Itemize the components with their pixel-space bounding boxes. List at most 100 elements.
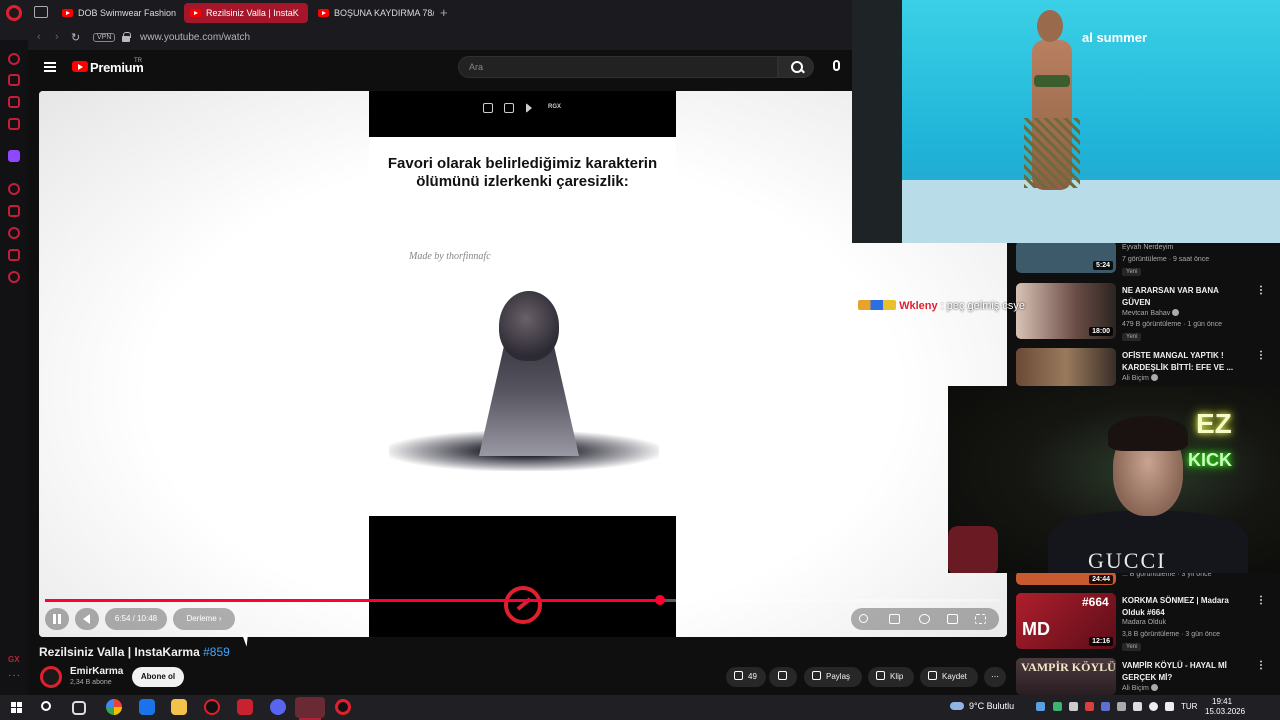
video-thumbnail[interactable]: 24:44 <box>1016 571 1116 585</box>
aria-icon[interactable] <box>8 53 20 65</box>
share-button[interactable]: Paylaş <box>804 667 862 687</box>
video-thumbnail[interactable] <box>1016 348 1116 386</box>
discord-icon[interactable] <box>270 699 286 715</box>
search-icon[interactable] <box>778 56 814 78</box>
chapter-button[interactable]: Derleme › <box>173 608 235 630</box>
language-indicator[interactable]: TUR <box>1181 702 1197 711</box>
mail-icon[interactable] <box>8 118 20 130</box>
tray-app-icon[interactable] <box>1069 702 1078 711</box>
video-hashtag[interactable]: #859 <box>203 645 230 659</box>
autoplay-icon[interactable] <box>859 614 868 623</box>
bookmarks-icon[interactable] <box>8 205 20 217</box>
back-arrow-icon[interactable]: ‹ <box>37 31 41 43</box>
menu-hamburger-icon[interactable] <box>44 62 56 72</box>
rec-title[interactable]: KORKMA SÖNMEZ | Madara Olduk #664 <box>1122 595 1242 618</box>
clock-time[interactable]: 19:41 <box>1212 697 1232 706</box>
taskbar-search-icon[interactable] <box>41 701 51 711</box>
chat-badges-icon <box>858 300 896 310</box>
more-vert-icon[interactable]: ⋮ <box>1256 660 1266 671</box>
like-button[interactable]: 49 <box>726 667 766 687</box>
rec-channel[interactable]: Eyvah Nerdeyim <box>1122 244 1173 251</box>
tab-fashion[interactable]: DOB Swimwear Fashion Sh <box>56 3 178 23</box>
more-vert-icon[interactable]: ⋮ <box>1256 595 1266 606</box>
video-thumbnail[interactable]: #664 MD 12:16 <box>1016 593 1116 649</box>
more-vert-icon[interactable]: ⋮ <box>1256 350 1266 361</box>
exit-icon[interactable] <box>504 103 514 113</box>
tray-app-icon[interactable] <box>1053 702 1062 711</box>
tray-app-icon[interactable] <box>1036 702 1045 711</box>
messenger-icon[interactable] <box>8 74 20 86</box>
file-explorer-icon[interactable] <box>171 699 187 715</box>
twitch-icon[interactable] <box>8 150 20 162</box>
forward-arrow-icon[interactable]: › <box>55 31 59 43</box>
extensions-icon[interactable] <box>8 249 20 261</box>
opera-active-icon[interactable] <box>295 697 325 718</box>
tray-app-icon[interactable] <box>1085 702 1094 711</box>
tray-app-icon[interactable] <box>1101 702 1110 711</box>
tray-app-icon[interactable] <box>1117 702 1126 711</box>
subscribe-button[interactable]: Abone ol <box>132 667 184 687</box>
rec-channel[interactable]: Mevtcan Bahav <box>1122 309 1180 317</box>
opera-logo-icon[interactable] <box>6 5 22 21</box>
mail-app-icon[interactable] <box>139 699 155 715</box>
search-input[interactable]: Ara <box>458 56 778 78</box>
rec-title[interactable]: VAMPİR KÖYLÜ - HAYAL Mİ GERÇEK Mİ? <box>1122 660 1242 683</box>
speaker-icon[interactable] <box>1165 702 1174 711</box>
chrome-icon[interactable] <box>106 699 122 715</box>
channel-name[interactable]: EmirKarma <box>70 666 123 677</box>
reload-icon[interactable]: ↻ <box>71 31 80 44</box>
pip-icon[interactable] <box>483 103 493 113</box>
more-actions-button[interactable]: ⋯ <box>984 667 1006 687</box>
video-thumbnail[interactable]: 18:00 <box>1016 283 1116 339</box>
video-thumbnail[interactable]: 5:24 <box>1016 241 1116 273</box>
microphone-icon[interactable] <box>833 60 840 71</box>
pause-button[interactable] <box>45 608 69 630</box>
gx-icon[interactable]: GX <box>8 655 20 664</box>
next-icon[interactable] <box>526 103 532 113</box>
workspaces-icon[interactable] <box>34 6 48 18</box>
opera-gx-icon[interactable] <box>204 699 220 715</box>
youtube-logo-icon[interactable] <box>72 61 88 72</box>
network-icon[interactable] <box>1149 702 1158 711</box>
rgx-label[interactable]: RGX <box>548 104 561 110</box>
url-field[interactable]: www.youtube.com/watch <box>140 32 250 43</box>
more-vert-icon[interactable]: ⋮ <box>1256 285 1266 296</box>
instagram-icon[interactable] <box>8 96 20 108</box>
new-tab-plus-icon[interactable]: + <box>440 5 448 20</box>
clip-button[interactable]: Klip <box>868 667 914 687</box>
weather-widget[interactable]: 9°C Bulutlu <box>950 701 1014 711</box>
rec-channel[interactable]: Ali Biçim <box>1122 374 1158 382</box>
rec-title[interactable]: NE ARARSAN VAR BANA GÜVEN <box>1122 285 1242 308</box>
lock-icon[interactable] <box>122 32 131 42</box>
save-button[interactable]: Kaydet <box>920 667 978 687</box>
rec-title[interactable]: OFİSTE MANGAL YAPTIK ! KARDEŞLİK BİTTİ: … <box>1122 350 1242 373</box>
channel-avatar[interactable] <box>40 666 62 688</box>
subtitles-icon[interactable] <box>889 614 900 624</box>
rec-channel[interactable]: Ali Biçim <box>1122 684 1158 692</box>
vpn-badge[interactable]: VPN <box>93 33 116 42</box>
opera-icon[interactable] <box>335 699 351 715</box>
clock-date[interactable]: 15.03.2026 <box>1205 707 1245 716</box>
tray-app-icon[interactable] <box>1133 702 1142 711</box>
history-icon[interactable] <box>8 227 20 239</box>
settings-gear-icon[interactable] <box>919 614 930 624</box>
settings-icon[interactable] <box>8 271 20 283</box>
video-thumbnail[interactable]: VAMPİR KÖYLÜ <box>1016 658 1116 695</box>
list-item[interactable]: #664 MD 12:16 KORKMA SÖNMEZ | Madara Old… <box>1016 593 1276 653</box>
fullscreen-icon[interactable] <box>975 614 986 624</box>
windows-start-icon[interactable] <box>11 702 22 713</box>
tab-rezilsiniz[interactable]: Rezilsiniz Valla | InstaK <box>184 3 308 23</box>
player-icon[interactable] <box>8 183 20 195</box>
voicemeeter-icon[interactable] <box>237 699 253 715</box>
channel-watermark-icon[interactable] <box>504 586 542 624</box>
more-dots-icon[interactable]: ··· <box>8 670 21 681</box>
tab-bosuna-kaydirma[interactable]: BOŞUNA KAYDIRMA 78/# <box>312 3 434 23</box>
progress-bar[interactable] <box>45 595 999 605</box>
list-item[interactable]: 18:00 NE ARARSAN VAR BANA GÜVEN Mevtcan … <box>1016 283 1276 343</box>
rec-channel[interactable]: Madara Olduk <box>1122 619 1166 626</box>
theater-mode-icon[interactable] <box>947 614 958 624</box>
volume-icon[interactable] <box>75 608 99 630</box>
task-view-icon[interactable] <box>72 701 86 715</box>
subscriber-count: 2,34 B abone <box>70 679 112 686</box>
dislike-button[interactable] <box>769 667 797 687</box>
